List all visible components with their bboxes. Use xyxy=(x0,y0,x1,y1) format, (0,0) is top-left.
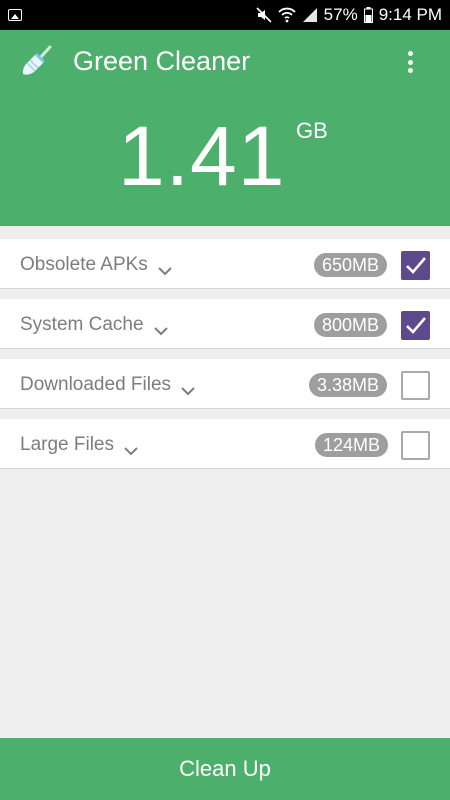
total-size-value: 1.41 xyxy=(118,109,286,203)
chevron-down-icon xyxy=(153,320,168,336)
size-badge: 650MB xyxy=(314,253,388,277)
expand-toggle-system-cache[interactable]: System Cache xyxy=(20,314,168,336)
list-item-label: Large Files xyxy=(20,434,114,455)
list-item-obsolete-apks: Obsolete APKs 650MB xyxy=(0,239,450,289)
gallery-icon xyxy=(8,9,22,21)
expand-toggle-downloaded-files[interactable]: Downloaded Files xyxy=(20,374,195,396)
app-bar: Green Cleaner xyxy=(0,30,450,94)
status-bar: 57% 9:14 PM xyxy=(0,0,450,30)
checkbox-system-cache[interactable] xyxy=(401,311,430,340)
checkmark-icon xyxy=(406,257,426,274)
list-item-label: Downloaded Files xyxy=(20,374,172,395)
expand-toggle-large-files[interactable]: Large Files xyxy=(20,434,138,456)
checkbox-downloaded-files[interactable] xyxy=(401,371,430,400)
checkbox-large-files[interactable] xyxy=(401,431,430,460)
clean-up-button[interactable]: Clean Up xyxy=(0,738,450,800)
chevron-down-icon xyxy=(181,380,195,396)
chevron-down-icon xyxy=(124,440,138,456)
app-title: Green Cleaner xyxy=(73,46,251,76)
checkbox-obsolete-apks[interactable] xyxy=(401,251,430,280)
size-badge: 124MB xyxy=(315,433,389,457)
list-item-label: System Cache xyxy=(20,314,144,335)
list-item-large-files: Large Files 124MB xyxy=(0,419,450,469)
size-badge: 3.38MB xyxy=(309,373,388,397)
list-item-downloaded-files: Downloaded Files 3.38MB xyxy=(0,359,450,409)
chevron-down-icon xyxy=(158,260,172,276)
wifi-icon xyxy=(278,7,296,23)
signal-icon xyxy=(302,7,318,23)
total-size-unit: GB xyxy=(296,118,328,143)
size-badge: 800MB xyxy=(314,313,388,337)
header: Green Cleaner 1.41 GB xyxy=(0,30,450,226)
battery-icon xyxy=(363,7,373,23)
expand-toggle-obsolete-apks[interactable]: Obsolete APKs xyxy=(20,254,172,276)
battery-percent: 57% xyxy=(323,5,358,24)
mute-icon xyxy=(256,7,272,23)
broom-icon xyxy=(20,44,54,78)
list-item-system-cache: System Cache 800MB xyxy=(0,299,450,349)
status-time: 9:14 PM xyxy=(378,5,442,24)
list-item-label: Obsolete APKs xyxy=(20,254,148,275)
more-options-icon[interactable] xyxy=(398,50,422,74)
checkmark-icon xyxy=(406,317,426,334)
